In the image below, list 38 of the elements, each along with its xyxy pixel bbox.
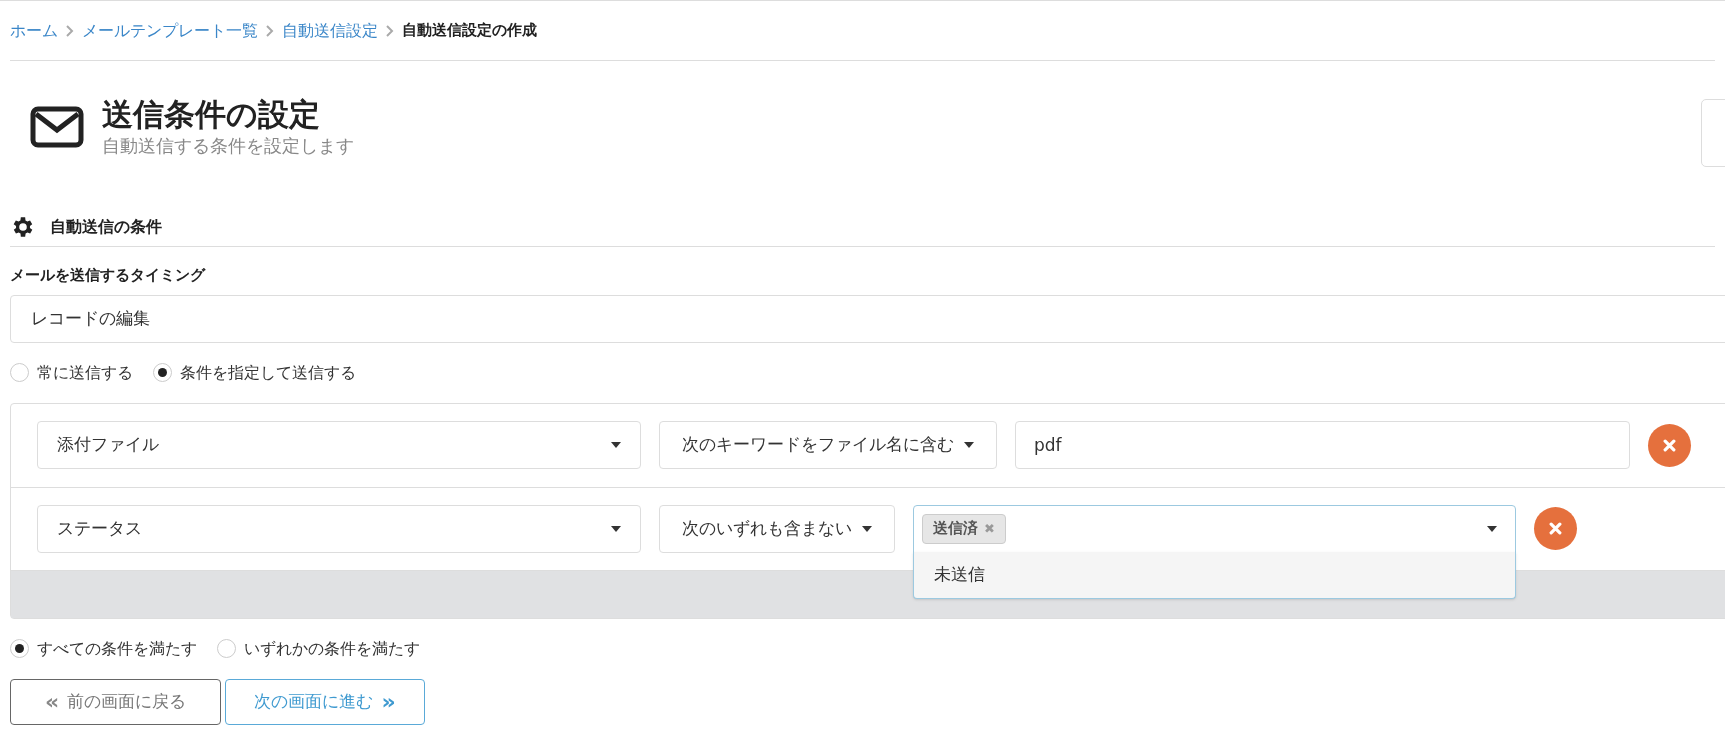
- caret-icon: [862, 525, 872, 532]
- breadcrumb-link[interactable]: ホーム: [10, 18, 58, 43]
- operator-select[interactable]: 次のいずれも含まない: [659, 504, 895, 553]
- back-button[interactable]: « 前の画面に戻る: [10, 678, 221, 725]
- caret-icon: [1487, 525, 1497, 532]
- envelope-icon: [30, 106, 84, 148]
- radio-button[interactable]: [153, 363, 172, 382]
- delete-button[interactable]: [1534, 507, 1577, 550]
- field-select[interactable]: 添付ファイル: [37, 421, 641, 469]
- chevron-icon: [66, 24, 74, 37]
- radio-label: すべての条件を満たす: [37, 637, 197, 660]
- value-field[interactable]: pdf: [1015, 421, 1630, 469]
- breadcrumb-link[interactable]: 自動送信設定: [282, 18, 378, 43]
- breadcrumb-link[interactable]: メールテンプレート一覧: [82, 18, 258, 43]
- close-icon: [1663, 438, 1676, 452]
- caret-icon: [611, 442, 621, 448]
- radio-label: 常に送信する: [37, 361, 133, 384]
- radio-label: いずれかの条件を満たす: [244, 637, 420, 660]
- close-icon: [1549, 522, 1562, 535]
- radio-button[interactable]: [10, 363, 29, 382]
- page-subtitle: 自動送信する条件を設定します: [102, 134, 354, 158]
- field-label: メールを送信するタイミング: [10, 265, 207, 286]
- chevron-icon: [386, 24, 394, 37]
- operator-select[interactable]: 次のキーワードをファイル名に含む: [659, 421, 997, 469]
- chevron-icon: [266, 24, 274, 37]
- caret-icon: [964, 442, 974, 448]
- radio-button[interactable]: [10, 639, 29, 658]
- caret-icon: [611, 525, 621, 532]
- field-select[interactable]: ステータス: [37, 504, 641, 553]
- breadcrumb-current: 自動送信設定の作成: [402, 20, 537, 42]
- dropdown-option[interactable]: 未送信: [914, 556, 1515, 593]
- delete-button[interactable]: [1648, 423, 1691, 467]
- section-title: 自動送信の条件: [50, 215, 162, 238]
- selected-tag: 送信済 ✖: [922, 513, 1006, 544]
- radio-button[interactable]: [217, 639, 236, 658]
- page-title: 送信条件の設定: [102, 95, 321, 133]
- radio-label: 条件を指定して送信する: [180, 361, 356, 384]
- timing-field[interactable]: レコードの編集: [10, 294, 1725, 343]
